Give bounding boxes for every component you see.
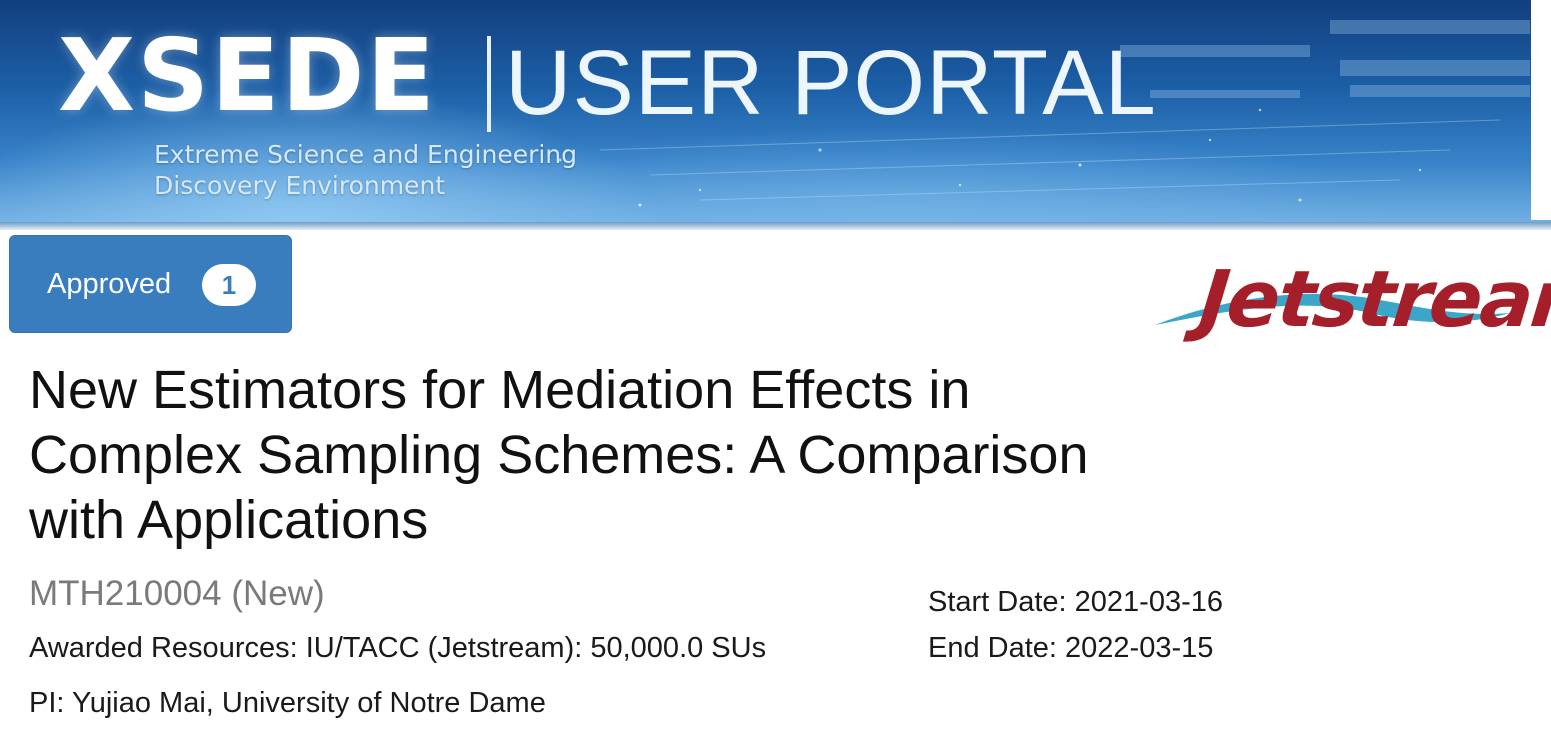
jetstream-logo-text: Jetstream xyxy=(1195,255,1551,345)
banner-bottom-rule xyxy=(0,222,1551,230)
tagline-line-1: Extreme Science and Engineering xyxy=(154,140,578,169)
tagline: Extreme Science and Engineering Discover… xyxy=(154,139,577,201)
xsede-logo-text: XSEDE xyxy=(58,17,437,134)
approved-status-button[interactable]: Approved 1 xyxy=(9,235,292,333)
project-title: New Estimators for Mediation Effects in … xyxy=(29,360,1089,550)
principal-investigator: PI: Yujiao Mai, University of Notre Dame xyxy=(29,687,546,719)
tagline-line-2: Discovery Environment xyxy=(154,171,446,200)
approved-label: Approved xyxy=(47,268,172,300)
header-banner: XSEDE USER PORTAL Extreme Science and En… xyxy=(0,0,1551,230)
user-portal-logo-text: USER PORTAL xyxy=(505,32,1157,134)
logo-divider xyxy=(487,36,491,132)
end-date: End Date: 2022-03-15 xyxy=(928,632,1214,664)
project-code: MTH210004 (New) xyxy=(29,574,325,613)
awarded-resources: Awarded Resources: IU/TACC (Jetstream): … xyxy=(29,632,767,664)
start-date: Start Date: 2021-03-16 xyxy=(928,586,1224,618)
approved-count-badge: 1 xyxy=(202,264,256,306)
banner-edge xyxy=(1531,0,1551,220)
